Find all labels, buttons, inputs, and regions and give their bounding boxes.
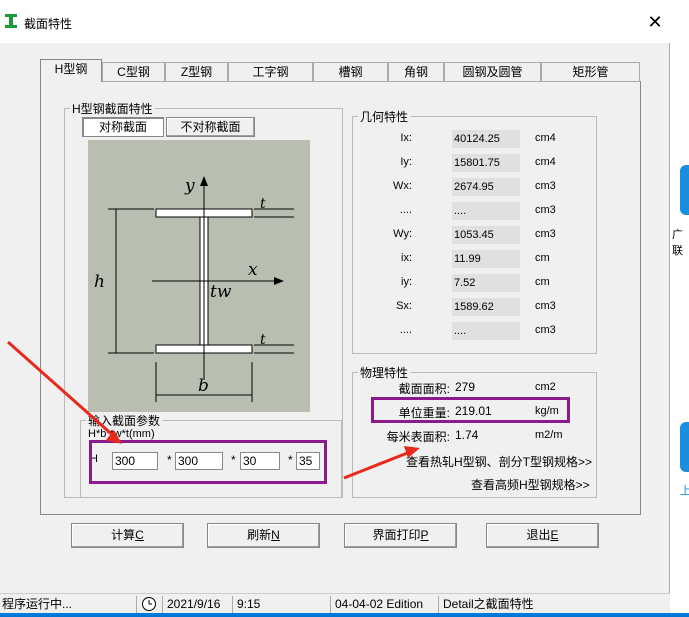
tab-i-beam[interactable]: 工字钢 [228, 62, 313, 82]
geometry-row-label: ix: [401, 252, 412, 264]
print-button-key: P [420, 528, 429, 542]
tab-c-steel[interactable]: C型钢 [102, 62, 165, 82]
geometry-row-unit: cm3 [535, 204, 556, 216]
geometry-row-label: Sx: [396, 300, 412, 312]
area-label: 截面面积: [398, 382, 450, 396]
h-section-diagram: y x tw h b t t [88, 140, 310, 412]
exit-button-label: 退出 [526, 528, 551, 542]
geometry-row-value: 11.99 [452, 250, 520, 268]
geometry-row-unit: cm3 [535, 324, 556, 336]
tab-channel-steel[interactable]: 槽钢 [313, 62, 388, 82]
area-unit: cm2 [535, 381, 556, 393]
input-formula-label: H*b*tw*t(mm) [88, 428, 155, 440]
refresh-button[interactable]: 刷新N [207, 523, 320, 548]
status-running: 程序运行中... [2, 597, 73, 611]
web-thickness-label: tw [210, 282, 232, 302]
clock-icon [136, 596, 160, 613]
geometry-row-label: Ix: [400, 132, 412, 144]
tab-h-steel[interactable]: H型钢 [40, 59, 102, 82]
geometry-row-value: 1053.45 [452, 226, 520, 244]
tab-angle-steel[interactable]: 角钢 [388, 62, 444, 82]
tab-z-steel[interactable]: Z型钢 [165, 62, 228, 82]
asymmetric-section-button[interactable]: 不对称截面 [166, 117, 255, 137]
i-beam-app-icon [4, 13, 18, 29]
exit-button-key: E [550, 528, 559, 542]
h-section-group-label: H型钢截面特性 [70, 100, 155, 117]
dialog-window: 截面特性 ✕ H型钢 C型钢 Z型钢 工字钢 槽钢 角钢 圆钢及圆管 矩形管 H… [0, 0, 670, 613]
flange-thickness-label-top: t [260, 196, 266, 212]
input-params-group-label: 输入截面参数 [86, 412, 163, 429]
close-button[interactable]: ✕ [640, 8, 670, 36]
desktop-strip [670, 0, 689, 613]
geometry-row-label: iy: [401, 276, 412, 288]
geometry-row-value: 15801.75 [452, 154, 520, 172]
geometry-row-unit: cm3 [535, 228, 556, 240]
tab-rectangular-tube[interactable]: 矩形管 [541, 62, 640, 82]
surface-label: 每米表面积: [386, 430, 450, 444]
print-screen-button[interactable]: 界面打印P [344, 523, 457, 548]
refresh-button-key: N [271, 528, 280, 542]
desktop-app-icon[interactable] [680, 165, 689, 215]
width-label: b [198, 376, 209, 396]
status-bar: 程序运行中... 2021/9/16 9:15 04-04-02 Edition… [0, 593, 670, 613]
section-type-tabs: H型钢 C型钢 Z型钢 工字钢 槽钢 角钢 圆钢及圆管 矩形管 [40, 59, 640, 82]
flange-thickness-label-bottom: t [260, 332, 266, 348]
geometry-row-unit: cm4 [535, 156, 556, 168]
surface-value: 1.74 [455, 428, 479, 442]
calc-button-label: 计算 [111, 528, 136, 542]
calc-button[interactable]: 计算C [71, 523, 184, 548]
title-bar: 截面特性 ✕ [0, 0, 670, 43]
height-label: h [94, 272, 105, 292]
geometry-group-label: 几何特性 [358, 108, 411, 125]
status-edition: 04-04-02 Edition [330, 596, 436, 613]
status-time: 9:15 [232, 596, 328, 613]
refresh-button-label: 刷新 [247, 528, 272, 542]
area-value: 279 [455, 380, 476, 394]
desktop-app-icon-2[interactable] [680, 422, 689, 472]
status-detail: Detail之截面特性 [438, 596, 668, 613]
physical-group-label: 物理特性 [358, 364, 411, 381]
desktop-label-1: 广联 [672, 229, 683, 257]
calc-button-key: C [135, 528, 144, 542]
x-axis-label: x [248, 260, 258, 280]
exit-button[interactable]: 退出E [486, 523, 599, 548]
geometry-row-label: .... [399, 324, 412, 336]
symmetric-section-button[interactable]: 对称截面 [82, 117, 164, 137]
geometry-row-label: Iy: [400, 156, 412, 168]
geometry-row-label: .... [399, 204, 412, 216]
tab-round-steel-pipe[interactable]: 圆钢及圆管 [444, 62, 541, 82]
hot-rolled-spec-link[interactable]: 查看热轧H型钢、剖分T型钢规格>> [406, 453, 592, 470]
status-date: 2021/9/16 [162, 596, 230, 613]
geometry-row-unit: cm [535, 276, 550, 288]
y-axis-label: y [185, 176, 195, 196]
geometry-row-unit: cm3 [535, 300, 556, 312]
geometry-row-value: 1589.62 [452, 298, 520, 316]
input-highlight-box [89, 440, 327, 484]
geometry-row-unit: cm [535, 252, 550, 264]
geometry-row-value: 7.52 [452, 274, 520, 292]
surface-unit: m2/m [535, 429, 563, 441]
geometry-row-value: .... [452, 202, 520, 220]
geometry-row-unit: cm4 [535, 132, 556, 144]
weight-highlight-box [371, 397, 570, 423]
geometry-row-label: Wy: [393, 228, 412, 240]
geometry-row-value: .... [452, 322, 520, 340]
geometry-row-value: 40124.25 [452, 130, 520, 148]
desktop-label-2: 上 [680, 485, 689, 497]
print-button-label: 界面打印 [372, 528, 421, 542]
geometry-row-unit: cm3 [535, 180, 556, 192]
geometry-row-value: 2674.95 [452, 178, 520, 196]
high-freq-spec-link[interactable]: 查看高频H型钢规格>> [471, 476, 590, 493]
geometry-row-label: Wx: [393, 180, 412, 192]
window-title: 截面特性 [24, 17, 73, 31]
